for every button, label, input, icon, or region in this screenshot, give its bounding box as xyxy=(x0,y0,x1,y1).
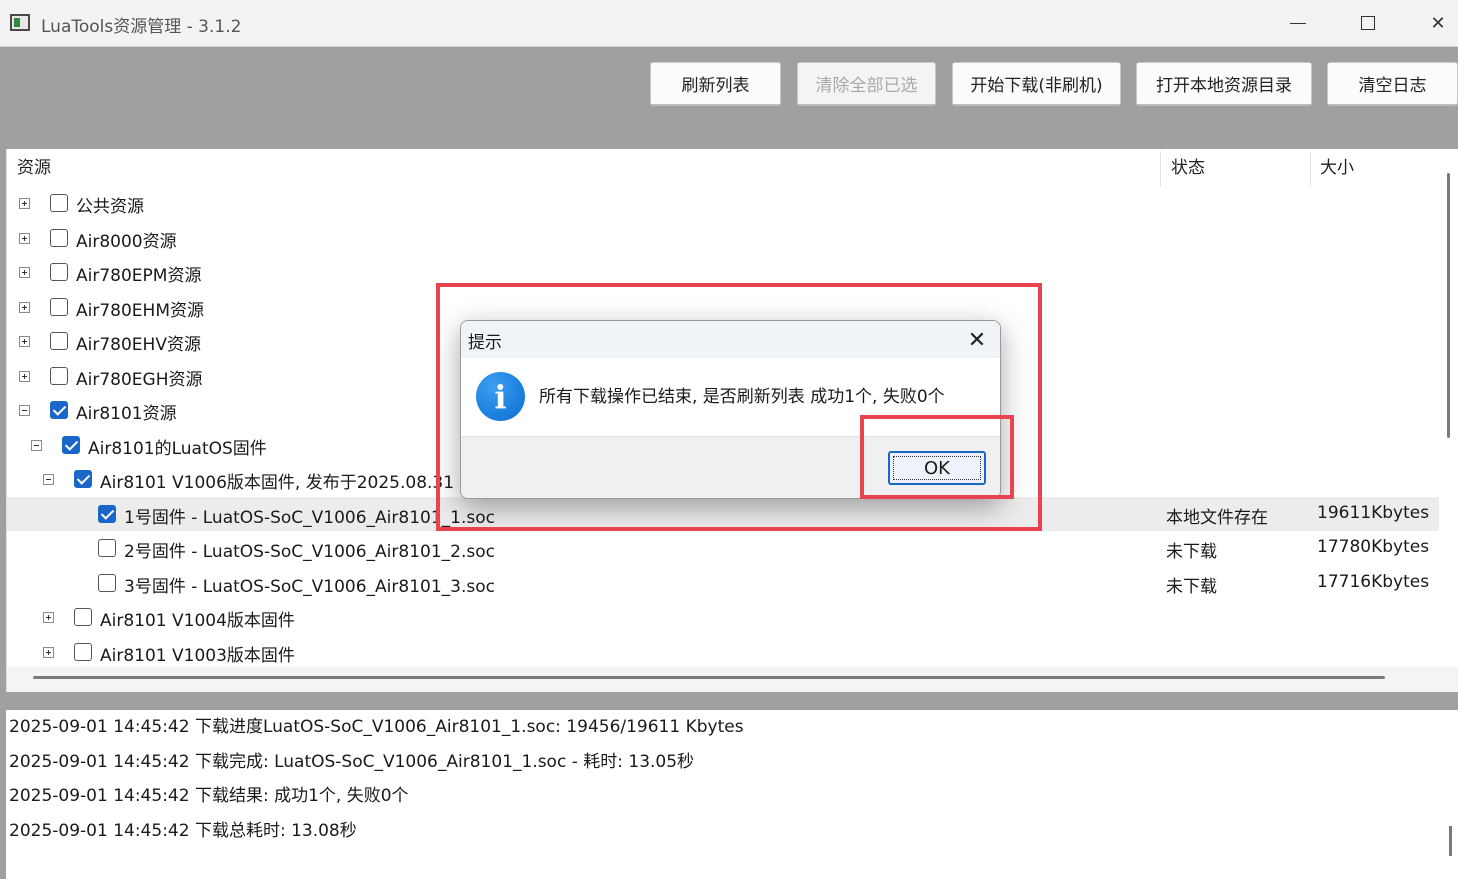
window-title: LuaTools资源管理 - 3.1.2 xyxy=(41,17,242,37)
minimize-button[interactable] xyxy=(1276,6,1320,40)
tree-row[interactable]: 公共资源 xyxy=(7,186,1439,220)
tree-row[interactable]: Air8101 V1004版本固件 xyxy=(7,600,1439,634)
tree-checkbox[interactable] xyxy=(50,263,68,281)
tree-row-label: Air8101资源 xyxy=(76,404,177,424)
message-dialog: 提示 ✕ i 所有下载操作已结束, 是否刷新列表 成功1个, 失败0个 OK xyxy=(460,320,1001,499)
tree-checkbox[interactable] xyxy=(50,332,68,350)
maximize-button[interactable] xyxy=(1346,6,1390,40)
tree-row[interactable]: Air8101 V1003版本固件 xyxy=(7,635,1439,669)
dialog-title-bar: 提示 ✕ xyxy=(461,321,1000,358)
tree-row-label: Air780EPM资源 xyxy=(76,266,202,286)
tree-row-size: 17780Kbytes xyxy=(1317,537,1430,557)
tree-checkbox[interactable] xyxy=(98,573,116,592)
minimize-icon xyxy=(1290,22,1306,24)
expand-icon[interactable] xyxy=(19,232,30,244)
collapse-icon[interactable] xyxy=(19,405,30,416)
tree-row-label: Air780EGH资源 xyxy=(76,369,203,390)
expand-icon[interactable] xyxy=(19,301,30,313)
tree-checkbox[interactable] xyxy=(50,228,68,247)
tree-row-label: 2号固件 - LuatOS-SoC_V1006_Air8101_2.soc xyxy=(124,542,495,562)
collapse-icon[interactable] xyxy=(31,439,42,451)
log-line: 2025-09-01 14:45:42 下载完成: LuatOS-SoC_V10… xyxy=(9,752,695,772)
start-download-button[interactable]: 开始下载(非刷机) xyxy=(952,62,1121,106)
tree-row-label: 1号固件 - LuatOS-SoC_V1006_Air8101_1.soc xyxy=(124,507,495,528)
tree-row-label: Air8000资源 xyxy=(76,231,177,252)
tree-row[interactable]: Air8000资源 xyxy=(7,221,1439,255)
tree-checkbox[interactable] xyxy=(50,366,68,385)
tree-footer xyxy=(7,667,1458,692)
column-header-resource[interactable]: 资源 xyxy=(17,149,51,187)
refresh-list-button[interactable]: 刷新列表 xyxy=(650,62,781,106)
horizontal-scrollbar[interactable] xyxy=(33,676,1385,679)
log-line: 2025-09-01 14:45:42 下载进度LuatOS-SoC_V1006… xyxy=(9,717,744,737)
dialog-title: 提示 xyxy=(468,333,502,353)
log-line: 2025-09-01 14:45:42 下载结果: 成功1个, 失败0个 xyxy=(9,786,409,806)
expand-icon[interactable] xyxy=(19,370,30,382)
tree-checkbox[interactable] xyxy=(98,539,116,557)
log-scrollbar[interactable] xyxy=(1449,826,1452,856)
tree-checkbox[interactable] xyxy=(98,504,116,523)
tree-row-label: Air780EHV资源 xyxy=(76,335,201,355)
tree-row-label: 公共资源 xyxy=(76,197,144,217)
app-icon xyxy=(10,14,30,31)
dialog-footer: OK xyxy=(461,436,1000,498)
expand-icon[interactable] xyxy=(43,612,54,623)
vertical-scrollbar[interactable] xyxy=(1447,173,1450,438)
tree-checkbox[interactable] xyxy=(50,401,68,419)
tree-checkbox[interactable] xyxy=(50,297,68,316)
tree-row[interactable]: 1号固件 - LuatOS-SoC_V1006_Air8101_1.soc 本地文… xyxy=(7,496,1439,531)
close-icon: ✕ xyxy=(967,327,987,353)
tree-checkbox[interactable] xyxy=(74,642,92,661)
column-separator[interactable] xyxy=(1310,151,1311,187)
tree-row[interactable]: Air780EPM资源 xyxy=(7,255,1439,289)
expand-icon[interactable] xyxy=(43,646,54,658)
toolbar: 刷新列表 清除全部已选 开始下载(非刷机) 打开本地资源目录 清空日志 xyxy=(0,48,1458,148)
tree-checkbox[interactable] xyxy=(62,435,80,454)
tree-row[interactable]: 3号固件 - LuatOS-SoC_V1006_Air8101_3.soc 未下载… xyxy=(7,566,1439,600)
tree-row-status: 未下载 xyxy=(1166,542,1217,562)
tree-row-label: 3号固件 - LuatOS-SoC_V1006_Air8101_3.soc xyxy=(124,576,495,597)
tree-row-status: 本地文件存在 xyxy=(1166,507,1268,528)
clear-all-selected-button[interactable]: 清除全部已选 xyxy=(797,62,936,106)
dialog-message: 所有下载操作已结束, 是否刷新列表 成功1个, 失败0个 xyxy=(539,387,945,407)
tree-row-size: 19611Kbytes xyxy=(1317,502,1430,523)
tree-checkbox[interactable] xyxy=(74,470,92,488)
tree-row-label: Air8101的LuatOS固件 xyxy=(88,438,267,459)
open-local-dir-button[interactable]: 打开本地资源目录 xyxy=(1136,62,1312,106)
log-line: 2025-09-01 14:45:42 下载总耗时: 13.08秒 xyxy=(9,821,357,841)
column-header-size[interactable]: 大小 xyxy=(1320,149,1354,187)
column-separator[interactable] xyxy=(1160,151,1161,187)
close-button[interactable]: ✕ xyxy=(1416,6,1458,40)
ok-button[interactable]: OK xyxy=(888,451,986,485)
expand-icon[interactable] xyxy=(19,336,30,347)
tree-row[interactable]: Air780EHM资源 xyxy=(7,290,1439,324)
expand-icon[interactable] xyxy=(19,198,30,209)
log-panel: 2025-09-01 14:45:42 下载进度LuatOS-SoC_V1006… xyxy=(6,710,1458,879)
tree-checkbox[interactable] xyxy=(74,608,92,626)
tree-row-label: Air8101 V1006版本固件, 发布于2025.08.31 xyxy=(100,473,455,493)
close-icon: ✕ xyxy=(1430,12,1446,34)
clear-log-button[interactable]: 清空日志 xyxy=(1327,62,1458,106)
dialog-close-button[interactable]: ✕ xyxy=(961,325,993,355)
title-bar: LuaTools资源管理 - 3.1.2 ✕ xyxy=(0,0,1458,47)
tree-row-label: Air8101 V1003版本固件 xyxy=(100,645,295,666)
collapse-icon[interactable] xyxy=(43,474,54,485)
tree-row-label: Air8101 V1004版本固件 xyxy=(100,611,295,631)
tree-row-label: Air780EHM资源 xyxy=(76,300,204,321)
expand-icon[interactable] xyxy=(19,267,30,278)
tree-row-size: 17716Kbytes xyxy=(1317,571,1430,592)
maximize-icon xyxy=(1361,16,1375,30)
info-icon: i xyxy=(476,372,525,421)
tree-row[interactable]: 2号固件 - LuatOS-SoC_V1006_Air8101_2.soc 未下载… xyxy=(7,531,1439,565)
tree-checkbox[interactable] xyxy=(50,194,68,212)
tree-row-status: 未下载 xyxy=(1166,576,1217,597)
column-header-status[interactable]: 状态 xyxy=(1171,149,1205,187)
